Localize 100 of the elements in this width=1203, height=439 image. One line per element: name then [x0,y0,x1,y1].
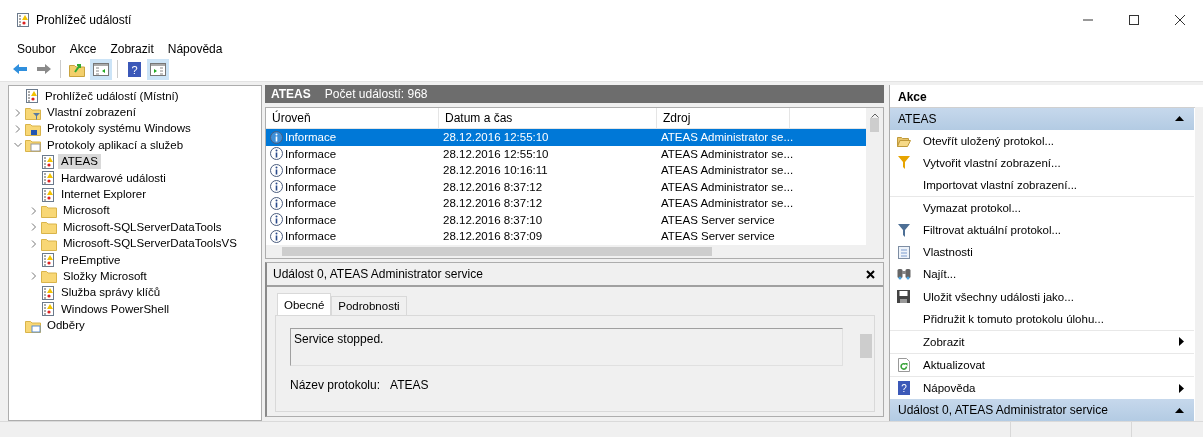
expand-chevron-icon[interactable] [30,272,38,281]
table-cell-text: 28.12.2016 8:37:09 [442,230,544,243]
tree-item[interactable]: Prohlížeč událostí (Místní) [42,88,182,104]
event-row[interactable]: Informace 28.12.2016 12:55:10 ATEAS Administrator se... [266,129,866,146]
expand-chevron-icon[interactable] [30,239,38,248]
vertical-scrollbar[interactable] [866,108,883,245]
action-link[interactable]: Vytvořit vlastní zobrazení... [923,156,1061,169]
action-link[interactable]: Zobrazit [923,335,965,348]
tab[interactable]: Podrobnosti [331,296,407,315]
tree-item[interactable]: Vlastní zobrazení [44,105,139,121]
tree-item[interactable]: Služba správy klíčů [58,285,164,301]
event-row[interactable]: Informace 28.12.2016 8:37:12 ATEAS Administrator se... [266,195,866,212]
event-row[interactable]: Informace 28.12.2016 8:37:09 ATEAS Server service [266,228,866,245]
refresh-icon [897,358,910,372]
toolbar-button[interactable] [147,58,169,80]
tree-item[interactable]: ATEAS [58,154,101,170]
actions-title: Akce [890,87,1203,108]
tree-item[interactable]: Microsoft-SQLServerDataToolsVS [60,236,240,252]
expand-chevron-icon[interactable] [30,223,38,232]
table-cell-text: ATEAS Server service [660,213,776,226]
tree-item[interactable]: Protokoly systému Windows [44,121,194,137]
event-row[interactable]: Informace 28.12.2016 10:16:11 ATEAS Administrator se... [266,162,866,179]
tree-item[interactable]: Windows PowerShell [58,301,172,317]
table-cell-text: 28.12.2016 12:55:10 [442,131,550,144]
horizontal-scrollbar[interactable] [266,244,883,258]
collapse-triangle-icon[interactable] [1175,116,1184,122]
computer-folder-icon [25,121,41,136]
expand-chevron-icon[interactable] [14,108,22,117]
tree-item[interactable]: Složky Microsoft [60,269,150,284]
table-cell-text: ATEAS Administrator se... [660,147,790,160]
log-name: ATEAS [271,87,311,101]
action-link[interactable]: Importovat vlastní zobrazení... [923,179,1078,191]
column-header[interactable]: Datum a čas [439,108,657,128]
action-link[interactable]: Nápověda [923,382,976,395]
close-icon[interactable] [866,269,875,279]
action-link[interactable]: Najít... [923,268,957,281]
open-folder-icon [896,134,911,147]
toolbar-button[interactable] [90,58,112,80]
pane-icon [150,62,166,76]
event-row[interactable]: Informace 28.12.2016 12:55:10 ATEAS Administrator se... [266,145,866,162]
action-link[interactable]: Aktualizovat [923,359,985,371]
tree-item[interactable]: PreEmptive [58,252,124,268]
table-cell-text: ATEAS Administrator se... [660,197,790,210]
action-link[interactable]: Vlastnosti [923,246,973,259]
table-cell: Informace [285,180,337,193]
submenu-arrow-icon [1179,337,1184,347]
scroll-thumb[interactable] [282,246,712,256]
binoculars-icon [896,268,911,281]
folder-icon [41,220,57,235]
event-row[interactable]: Informace 28.12.2016 8:37:10 ATEAS Server service [266,211,866,228]
action-link[interactable]: Přidružit k tomuto protokolu úlohu... [923,312,1104,325]
table-cell-text: 28.12.2016 8:37:12 [442,180,544,193]
tree-item[interactable]: Protokoly aplikací a služeb [44,137,187,153]
expand-chevron-icon[interactable] [30,206,38,215]
tree-item[interactable]: Microsoft-SQLServerDataTools [60,219,225,235]
info-icon [270,180,283,194]
action-link[interactable]: Otevřít uložený protokol... [923,134,1055,147]
menu-item[interactable]: Akce [62,41,104,56]
log-icon [41,302,55,317]
menu-item[interactable]: Nápověda [160,41,230,56]
table-cell-text: 28.12.2016 12:55:10 [442,147,550,160]
table-cell: Informace [285,164,337,177]
event-viewer-icon [25,89,39,104]
table-cell-text: ATEAS Administrator se... [660,180,790,193]
log-icon [41,285,55,300]
table-cell: Informace [285,147,337,160]
expand-chevron-icon[interactable] [14,124,22,133]
menu-item[interactable]: Soubor [10,41,63,56]
scroll-up-chevron-icon[interactable] [870,113,879,118]
scroll-thumb[interactable] [870,118,879,132]
log-icon [41,187,55,202]
folder-icon [41,269,57,284]
actions-section-header[interactable]: ATEAS [890,107,1194,130]
event-row[interactable]: Informace 28.12.2016 8:37:12 ATEAS Administrator se... [266,178,866,195]
tree-item[interactable]: Microsoft [60,203,113,219]
menu-item[interactable]: Zobrazit [103,41,161,56]
tree-item[interactable]: Hardwarové události [58,170,169,186]
scroll-thumb[interactable] [859,334,872,358]
action-link[interactable]: Filtrovat aktuální protokol... [923,224,1062,237]
tree-item[interactable]: Odběry [44,318,88,334]
subscriptions-folder-icon [25,318,41,333]
help-icon: ? [897,381,910,396]
column-header[interactable]: Úroveň [266,108,439,128]
action-link[interactable]: Uložit všechny události jako... [923,290,1074,303]
collapse-triangle-icon[interactable] [1175,407,1184,413]
log-icon [41,253,55,268]
column-header[interactable]: Zdroj [657,108,790,128]
table-cell-text: ATEAS Administrator se... [660,164,790,177]
log-icon [41,171,55,186]
window-title: Prohlížeč událostí [36,13,132,27]
action-link[interactable]: Vymazat protokol... [923,202,1021,215]
table-cell-text: ATEAS Server service [660,230,776,243]
tree-item[interactable]: Internet Explorer [58,187,149,203]
collapse-chevron-icon[interactable] [14,141,22,150]
table-cell: Informace [285,230,337,243]
tab[interactable]: Obecné [277,293,332,315]
info-icon [270,229,283,243]
vertical-scrollbar[interactable] [1195,107,1203,421]
actions-section-header[interactable]: Událost 0, ATEAS Administrator service [890,399,1194,421]
description-box: Service stopped. [290,328,843,366]
